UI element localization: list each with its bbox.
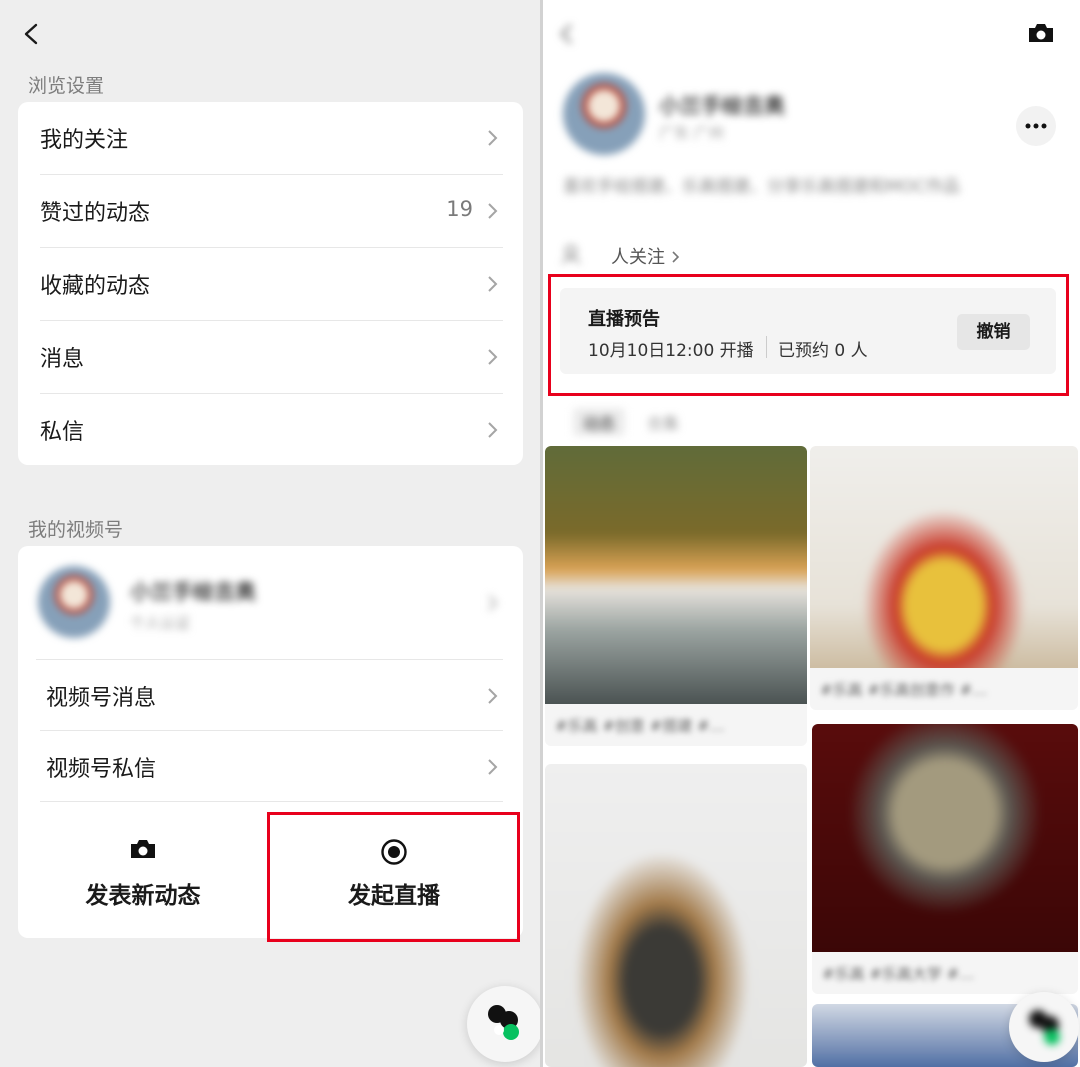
- video-caption: #乐高 #乐高大学 #…: [822, 965, 975, 983]
- profile-bio: 喜欢手绘搭建、乐高搭建、分享乐高搭建和MOC作品: [563, 177, 960, 197]
- menu-item-label: 私信: [40, 420, 85, 445]
- channel-name: 小兰手绘吉奥: [130, 580, 256, 604]
- chevron-right-icon: [672, 251, 679, 263]
- profile-subtitle: 广东 广州: [659, 124, 724, 142]
- menu-item-messages[interactable]: 消息: [18, 321, 523, 394]
- chevron-right-icon: [488, 688, 498, 704]
- channel-profile-panel: 小兰手绘吉奥 广东 广州 喜欢手绘搭建、乐高搭建、分享乐高搭建和MOC作品 人关…: [543, 0, 1080, 1067]
- browse-settings-card: 我的关注 赞过的动态 19 收藏的动态 消息 私信: [18, 102, 523, 465]
- menu-item-following[interactable]: 我的关注: [18, 102, 523, 175]
- liked-count: 19: [446, 197, 473, 221]
- chevron-right-icon: [488, 422, 498, 438]
- video-caption-bar: #乐高 #乐高大学 #…: [812, 952, 1078, 994]
- post-new-update-label: 发表新动态: [85, 883, 201, 909]
- channels-float-button[interactable]: [1009, 992, 1079, 1062]
- menu-item-private-messages[interactable]: 私信: [18, 394, 523, 465]
- menu-item-channel-private-messages[interactable]: 视频号私信: [18, 731, 523, 802]
- video-caption-bar: #乐高 #乐高创意作 #…: [810, 668, 1078, 710]
- channels-float-button[interactable]: [467, 986, 540, 1062]
- menu-item-label: 我的关注: [40, 128, 129, 153]
- video-caption: #乐高 #乐高创意作 #…: [820, 681, 988, 699]
- chevron-right-icon: [488, 276, 498, 292]
- video-caption: #乐高 #创意 #搭建 #…: [555, 717, 725, 735]
- highlight-box: [548, 274, 1069, 396]
- menu-item-favorites[interactable]: 收藏的动态: [18, 248, 523, 321]
- video-tile[interactable]: [545, 764, 807, 1067]
- menu-item-label: 视频号私信: [46, 757, 157, 782]
- more-button[interactable]: [1016, 106, 1056, 146]
- menu-item-label: 视频号消息: [46, 686, 157, 711]
- highlight-box: [267, 812, 520, 942]
- channels-logo-icon: [1029, 1010, 1060, 1045]
- tab-updates[interactable]: 动态: [573, 408, 626, 436]
- video-tile[interactable]: #乐高 #乐高大学 #…: [812, 724, 1078, 994]
- camera-icon[interactable]: [1027, 22, 1055, 44]
- tab-collections[interactable]: 合集: [647, 410, 679, 434]
- video-thumbnail: [545, 764, 807, 1067]
- menu-item-liked[interactable]: 赞过的动态 19: [18, 175, 523, 248]
- video-tile[interactable]: #乐高 #乐高创意作 #…: [810, 446, 1078, 710]
- browse-settings-title: 浏览设置: [28, 75, 105, 97]
- menu-item-label: 消息: [40, 347, 85, 372]
- back-icon[interactable]: [557, 22, 577, 46]
- more-dots-icon: [1025, 123, 1047, 129]
- chevron-right-icon: [488, 203, 498, 219]
- chevron-right-icon: [488, 595, 498, 611]
- menu-item-label: 赞过的动态: [40, 201, 151, 226]
- camera-icon: [131, 840, 155, 858]
- divider: [40, 801, 503, 802]
- channels-logo-icon: [488, 1005, 519, 1040]
- channel-avatar: [38, 566, 110, 638]
- profile-name: 小兰手绘吉奥: [659, 94, 785, 118]
- video-caption-bar: #乐高 #创意 #搭建 #…: [545, 704, 807, 746]
- chevron-right-icon: [488, 130, 498, 146]
- my-channel-title: 我的视频号: [28, 519, 124, 541]
- video-thumbnail: [545, 446, 807, 714]
- followers-link[interactable]: 人关注: [611, 243, 681, 269]
- followers-icon: [561, 245, 581, 264]
- channels-settings-panel: 浏览设置 我的关注 赞过的动态 19 收藏的动态 消息 私信 我的视频号 小兰手…: [0, 0, 540, 1067]
- channel-subtitle: 个人认证: [130, 614, 191, 632]
- video-thumbnail: [810, 446, 1078, 678]
- video-tile[interactable]: #乐高 #创意 #搭建 #…: [545, 446, 807, 746]
- back-icon[interactable]: [20, 22, 44, 46]
- video-thumbnail: [812, 724, 1078, 962]
- channel-profile-row[interactable]: 小兰手绘吉奥 个人认证: [18, 546, 523, 660]
- chevron-right-icon: [488, 349, 498, 365]
- chevron-right-icon: [488, 759, 498, 775]
- post-new-update-button[interactable]: 发表新动态: [18, 810, 268, 938]
- followers-label: 人关注: [611, 247, 665, 268]
- profile-avatar: [563, 73, 645, 155]
- menu-item-channel-messages[interactable]: 视频号消息: [18, 660, 523, 731]
- menu-item-label: 收藏的动态: [40, 274, 151, 299]
